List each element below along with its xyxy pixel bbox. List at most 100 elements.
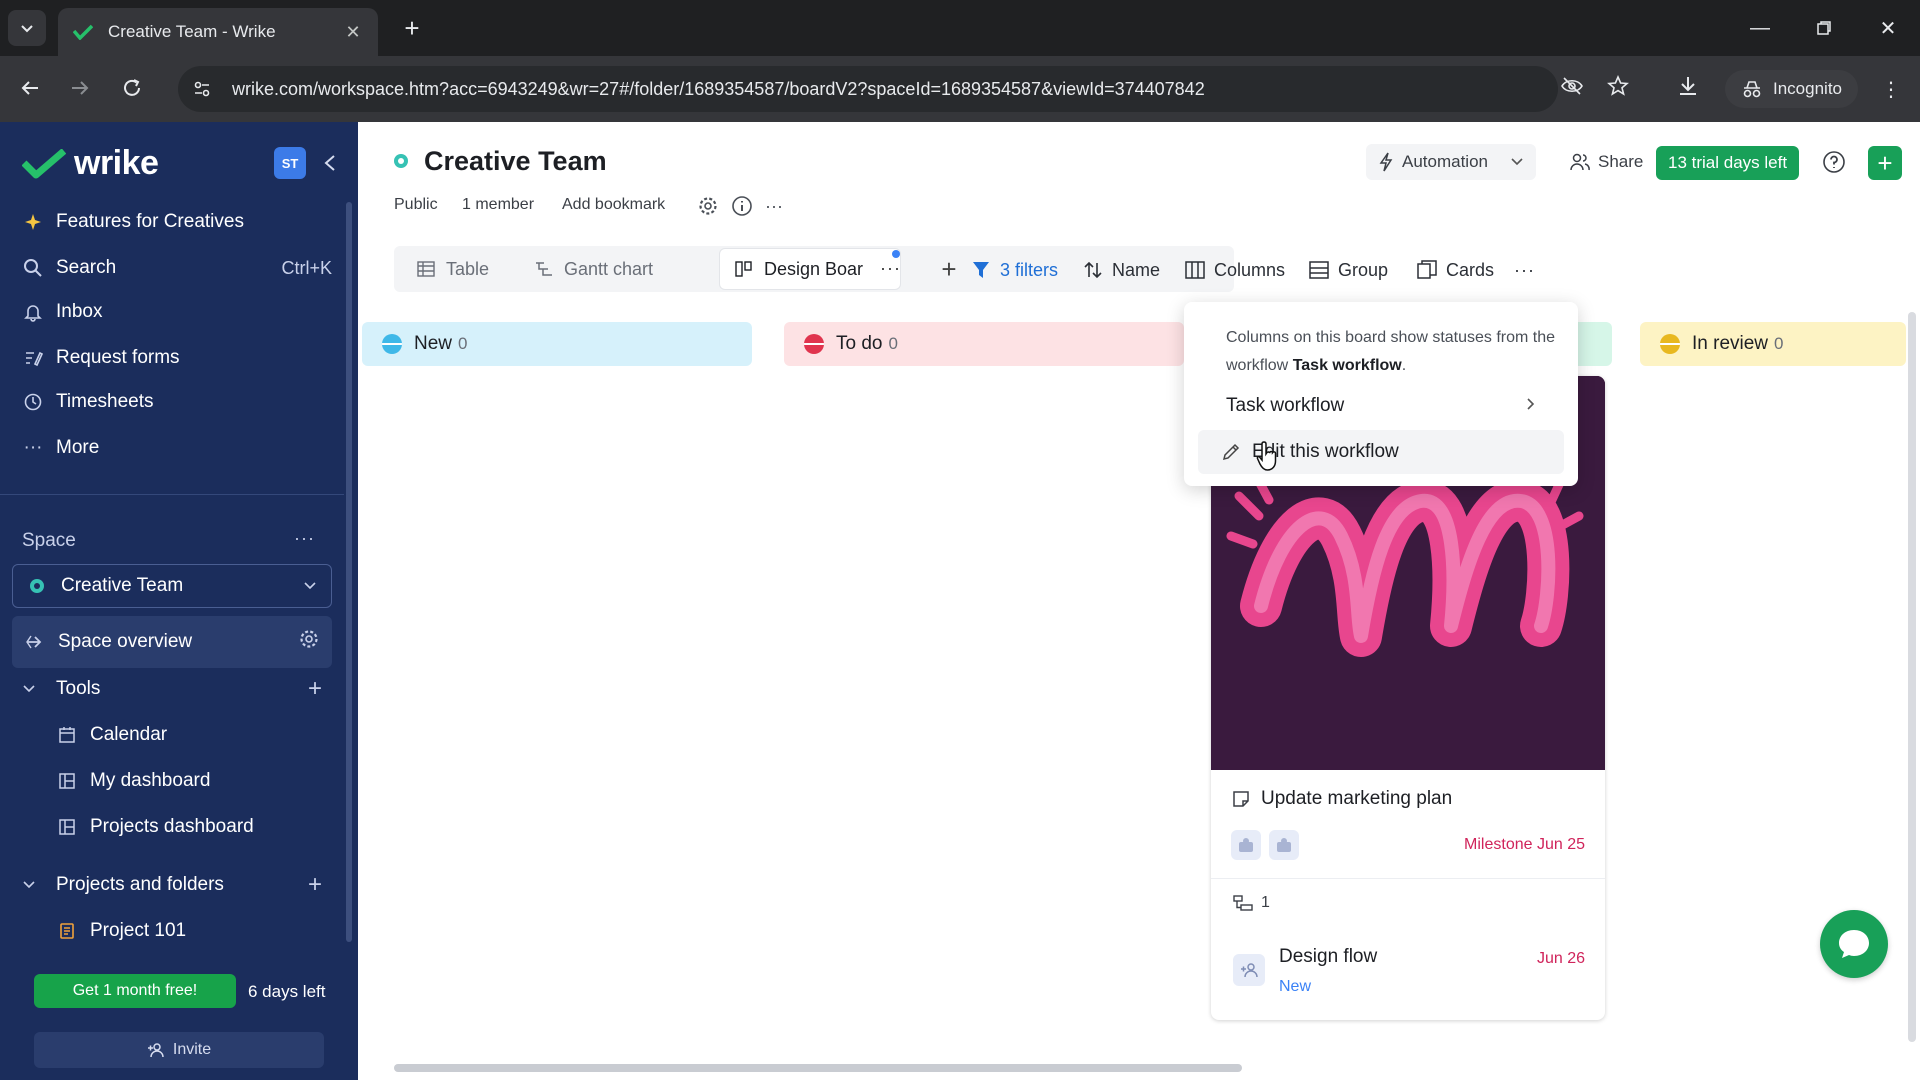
space-selector[interactable]: Creative Team — [12, 564, 332, 608]
sidebar-item-label: More — [56, 437, 100, 458]
gear-icon[interactable] — [696, 194, 720, 218]
avatar[interactable]: ST — [274, 147, 306, 179]
info-icon[interactable] — [730, 194, 754, 218]
chevron-down-icon[interactable] — [1510, 152, 1524, 172]
create-new-button[interactable]: + — [1868, 146, 1902, 180]
space-more-icon[interactable]: ··· — [294, 528, 315, 549]
sidebar-item-request-forms[interactable]: Request forms — [22, 340, 332, 376]
sidebar-item-inbox[interactable]: Inbox — [22, 294, 332, 330]
help-icon[interactable] — [1816, 144, 1852, 180]
form-icon — [22, 347, 44, 369]
reload-icon[interactable] — [114, 70, 150, 106]
sidebar-item-project-101[interactable]: Project 101 — [56, 914, 326, 948]
filters-button[interactable]: 3 filters — [970, 250, 1058, 290]
popup-desc-suffix: . — [1401, 357, 1407, 374]
card-title[interactable]: Update marketing plan — [1231, 788, 1452, 810]
sort-button[interactable]: Name — [1082, 250, 1160, 290]
trial-days-button[interactable]: 13 trial days left — [1656, 146, 1800, 180]
board-horizontal-scrollbar[interactable] — [394, 1064, 1242, 1072]
close-tab-icon[interactable]: ✕ — [342, 22, 364, 43]
new-tab-button[interactable]: + — [396, 12, 428, 44]
wrike-logo[interactable]: wrike — [22, 144, 159, 183]
edit-workflow-item[interactable]: Edit this workflow — [1198, 430, 1564, 474]
space-icon — [394, 154, 408, 168]
sidebar-item-label: Timesheets — [56, 391, 154, 412]
site-info-icon[interactable] — [182, 69, 222, 109]
columns-button[interactable]: Columns — [1184, 250, 1285, 290]
sidebar-item-my-dashboard[interactable]: My dashboard — [56, 764, 326, 798]
back-icon[interactable] — [12, 70, 48, 106]
automation-button[interactable]: Automation — [1366, 144, 1536, 180]
add-assignee-icon[interactable] — [1233, 954, 1265, 986]
invite-button[interactable]: Invite — [34, 1032, 324, 1068]
minimize-icon[interactable]: — — [1740, 12, 1780, 44]
tools-section[interactable]: Tools + — [22, 672, 322, 706]
sidebar-item-projects-dashboard[interactable]: Projects dashboard — [56, 810, 326, 844]
cards-button[interactable]: Cards — [1416, 250, 1494, 290]
subtask-name[interactable]: Design flow — [1279, 946, 1377, 968]
chat-button[interactable] — [1820, 910, 1888, 978]
space-overview-item[interactable]: Space overview — [12, 616, 332, 668]
column-header-new[interactable]: New 0 — [362, 322, 752, 366]
projects-section[interactable]: Projects and folders + — [22, 868, 322, 902]
close-window-icon[interactable]: ✕ — [1868, 12, 1908, 44]
more-toolbar-icon[interactable]: ··· — [1514, 250, 1535, 290]
chevron-down-icon — [21, 25, 33, 33]
column-header-in-review[interactable]: In review 0 — [1640, 322, 1906, 366]
column-count: 0 — [1774, 334, 1784, 353]
forward-icon[interactable] — [62, 70, 98, 106]
filter-icon — [970, 259, 992, 281]
url-text: wrike.com/workspace.htm?acc=6943249&wr=2… — [232, 78, 1205, 99]
incognito-badge[interactable]: Incognito — [1725, 70, 1858, 108]
gear-icon[interactable] — [298, 628, 320, 656]
download-icon[interactable] — [1674, 72, 1702, 100]
assignee-avatar[interactable] — [1269, 830, 1299, 860]
search-shortcut: Ctrl+K — [281, 257, 332, 278]
sidebar: wrike ST Features for Creatives Search C… — [0, 122, 358, 1080]
add-tool-icon[interactable]: + — [308, 675, 322, 703]
browser-tab[interactable]: Creative Team - Wrike ✕ — [58, 8, 378, 56]
get-month-free-button[interactable]: Get 1 month free! — [34, 974, 236, 1008]
members-link[interactable]: 1 member — [462, 196, 534, 214]
tab-search-button[interactable] — [8, 10, 46, 46]
days-left-text: 6 days left — [248, 982, 326, 1001]
group-button[interactable]: Group — [1308, 250, 1388, 290]
share-button[interactable]: Share — [1558, 144, 1655, 180]
tab-table[interactable]: Table — [402, 249, 503, 289]
visibility-link[interactable]: Public — [394, 196, 438, 214]
sidebar-item-timesheets[interactable]: Timesheets — [22, 384, 332, 420]
sidebar-scrollbar[interactable] — [346, 202, 352, 942]
column-header-to-do[interactable]: To do 0 — [784, 322, 1184, 366]
browser-menu-icon[interactable]: ⋮ — [1876, 72, 1906, 106]
restore-icon[interactable] — [1804, 12, 1844, 44]
board-vertical-scrollbar[interactable] — [1908, 312, 1916, 1042]
tab-design-board[interactable]: Design Boar — [720, 249, 900, 289]
add-project-icon[interactable]: + — [308, 871, 322, 899]
tab-more-icon[interactable]: ··· — [880, 258, 901, 279]
subtask-date[interactable]: Jun 26 — [1537, 950, 1585, 968]
eye-off-icon[interactable] — [1558, 72, 1586, 100]
subtask-count[interactable]: 1 — [1233, 894, 1270, 912]
columns-label: Columns — [1214, 259, 1286, 280]
table-icon — [416, 259, 436, 279]
dashboard-icon — [56, 770, 78, 792]
sidebar-item-search[interactable]: Search Ctrl+K — [22, 250, 332, 286]
tab-gantt-chart[interactable]: Gantt chart — [520, 249, 667, 289]
address-bar[interactable]: wrike.com/workspace.htm?acc=6943249&wr=2… — [178, 66, 1558, 112]
add-view-button[interactable]: + — [934, 254, 964, 284]
wrike-favicon-icon — [72, 21, 94, 43]
projects-label: Projects and folders — [56, 874, 224, 895]
collapse-sidebar-icon[interactable] — [316, 148, 344, 178]
sidebar-item-more[interactable]: ··· More — [22, 430, 332, 466]
sidebar-item-label: Project 101 — [90, 920, 187, 941]
sidebar-item-calendar[interactable]: Calendar — [56, 718, 326, 752]
column-count: 0 — [888, 334, 898, 353]
add-bookmark-link[interactable]: Add bookmark — [562, 196, 665, 214]
task-workflow-item[interactable]: Task workflow — [1198, 384, 1564, 428]
more-options-icon[interactable]: ··· — [762, 194, 786, 218]
subtask-status[interactable]: New — [1279, 978, 1311, 996]
bookmark-star-icon[interactable] — [1604, 72, 1632, 100]
milestone-date[interactable]: Milestone Jun 25 — [1464, 836, 1585, 854]
sidebar-item-features[interactable]: Features for Creatives — [22, 204, 332, 240]
assignee-avatar[interactable] — [1231, 830, 1261, 860]
